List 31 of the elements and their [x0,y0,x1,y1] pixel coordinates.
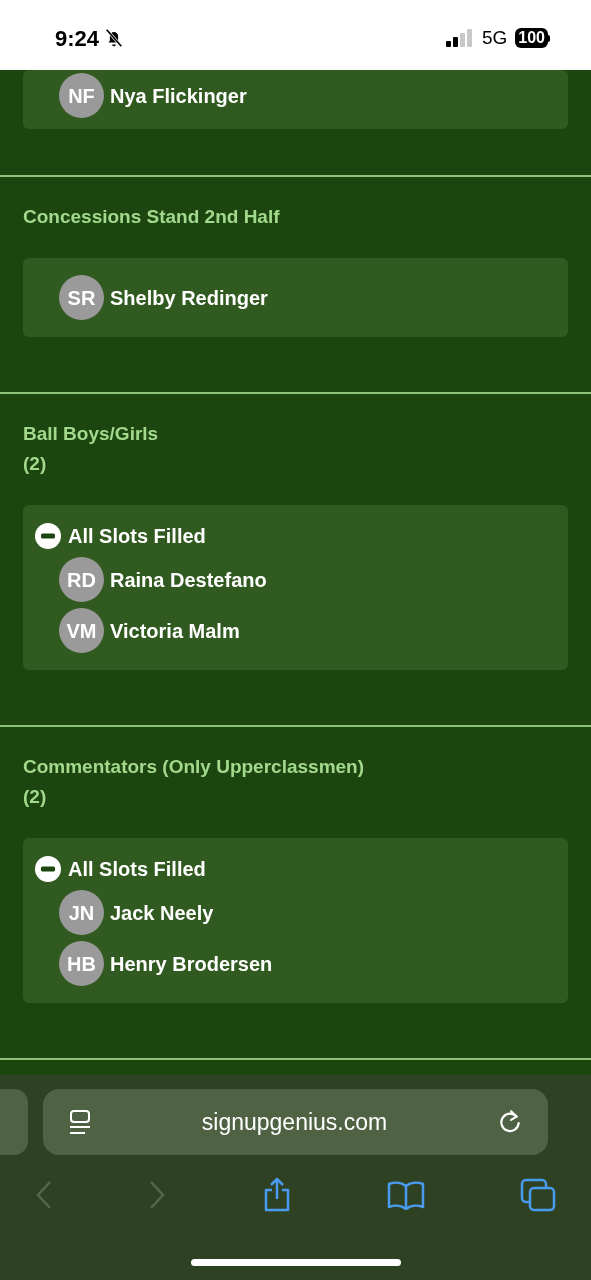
slots-status: All Slots Filled [68,857,206,882]
avatar: NF [59,73,104,118]
bookmarks-icon[interactable] [386,1180,425,1210]
tabs-icon[interactable] [520,1178,556,1212]
reader-icon[interactable] [68,1109,92,1135]
person-name: Raina Destefano [110,567,267,593]
person-name: Jack Neely [110,900,214,926]
section-count: (2) [23,785,48,809]
section-title: Ball Boys/Girls [23,422,160,446]
section-title: Concessions Stand 2nd Half [23,205,281,229]
avatar: JN [59,890,104,935]
collapse-icon[interactable] [35,523,61,549]
battery-level: 100 [515,28,548,48]
status-time: 9:24 [55,24,100,53]
section-title: Commentators (Only Upperclassmen) [23,755,366,779]
url-text: signupgenius.com [201,1107,388,1137]
person-name: Henry Brodersen [110,951,273,977]
avatar: SR [59,275,104,320]
avatar: RD [59,557,104,602]
section-count: (2) [23,452,48,476]
signal-icon [445,28,474,48]
person-name: Shelby Redinger [110,285,268,311]
person-name: Victoria Malm [110,618,240,644]
address-bar[interactable]: signupgenius.com [43,1089,548,1155]
collapse-icon[interactable] [35,856,61,882]
network-type: 5G [481,25,508,50]
avatar: HB [59,941,104,986]
avatar: VM [59,608,104,653]
person-name: Nya Flickinger [110,83,247,109]
slots-status: All Slots Filled [68,524,206,549]
reload-icon[interactable] [497,1109,523,1135]
